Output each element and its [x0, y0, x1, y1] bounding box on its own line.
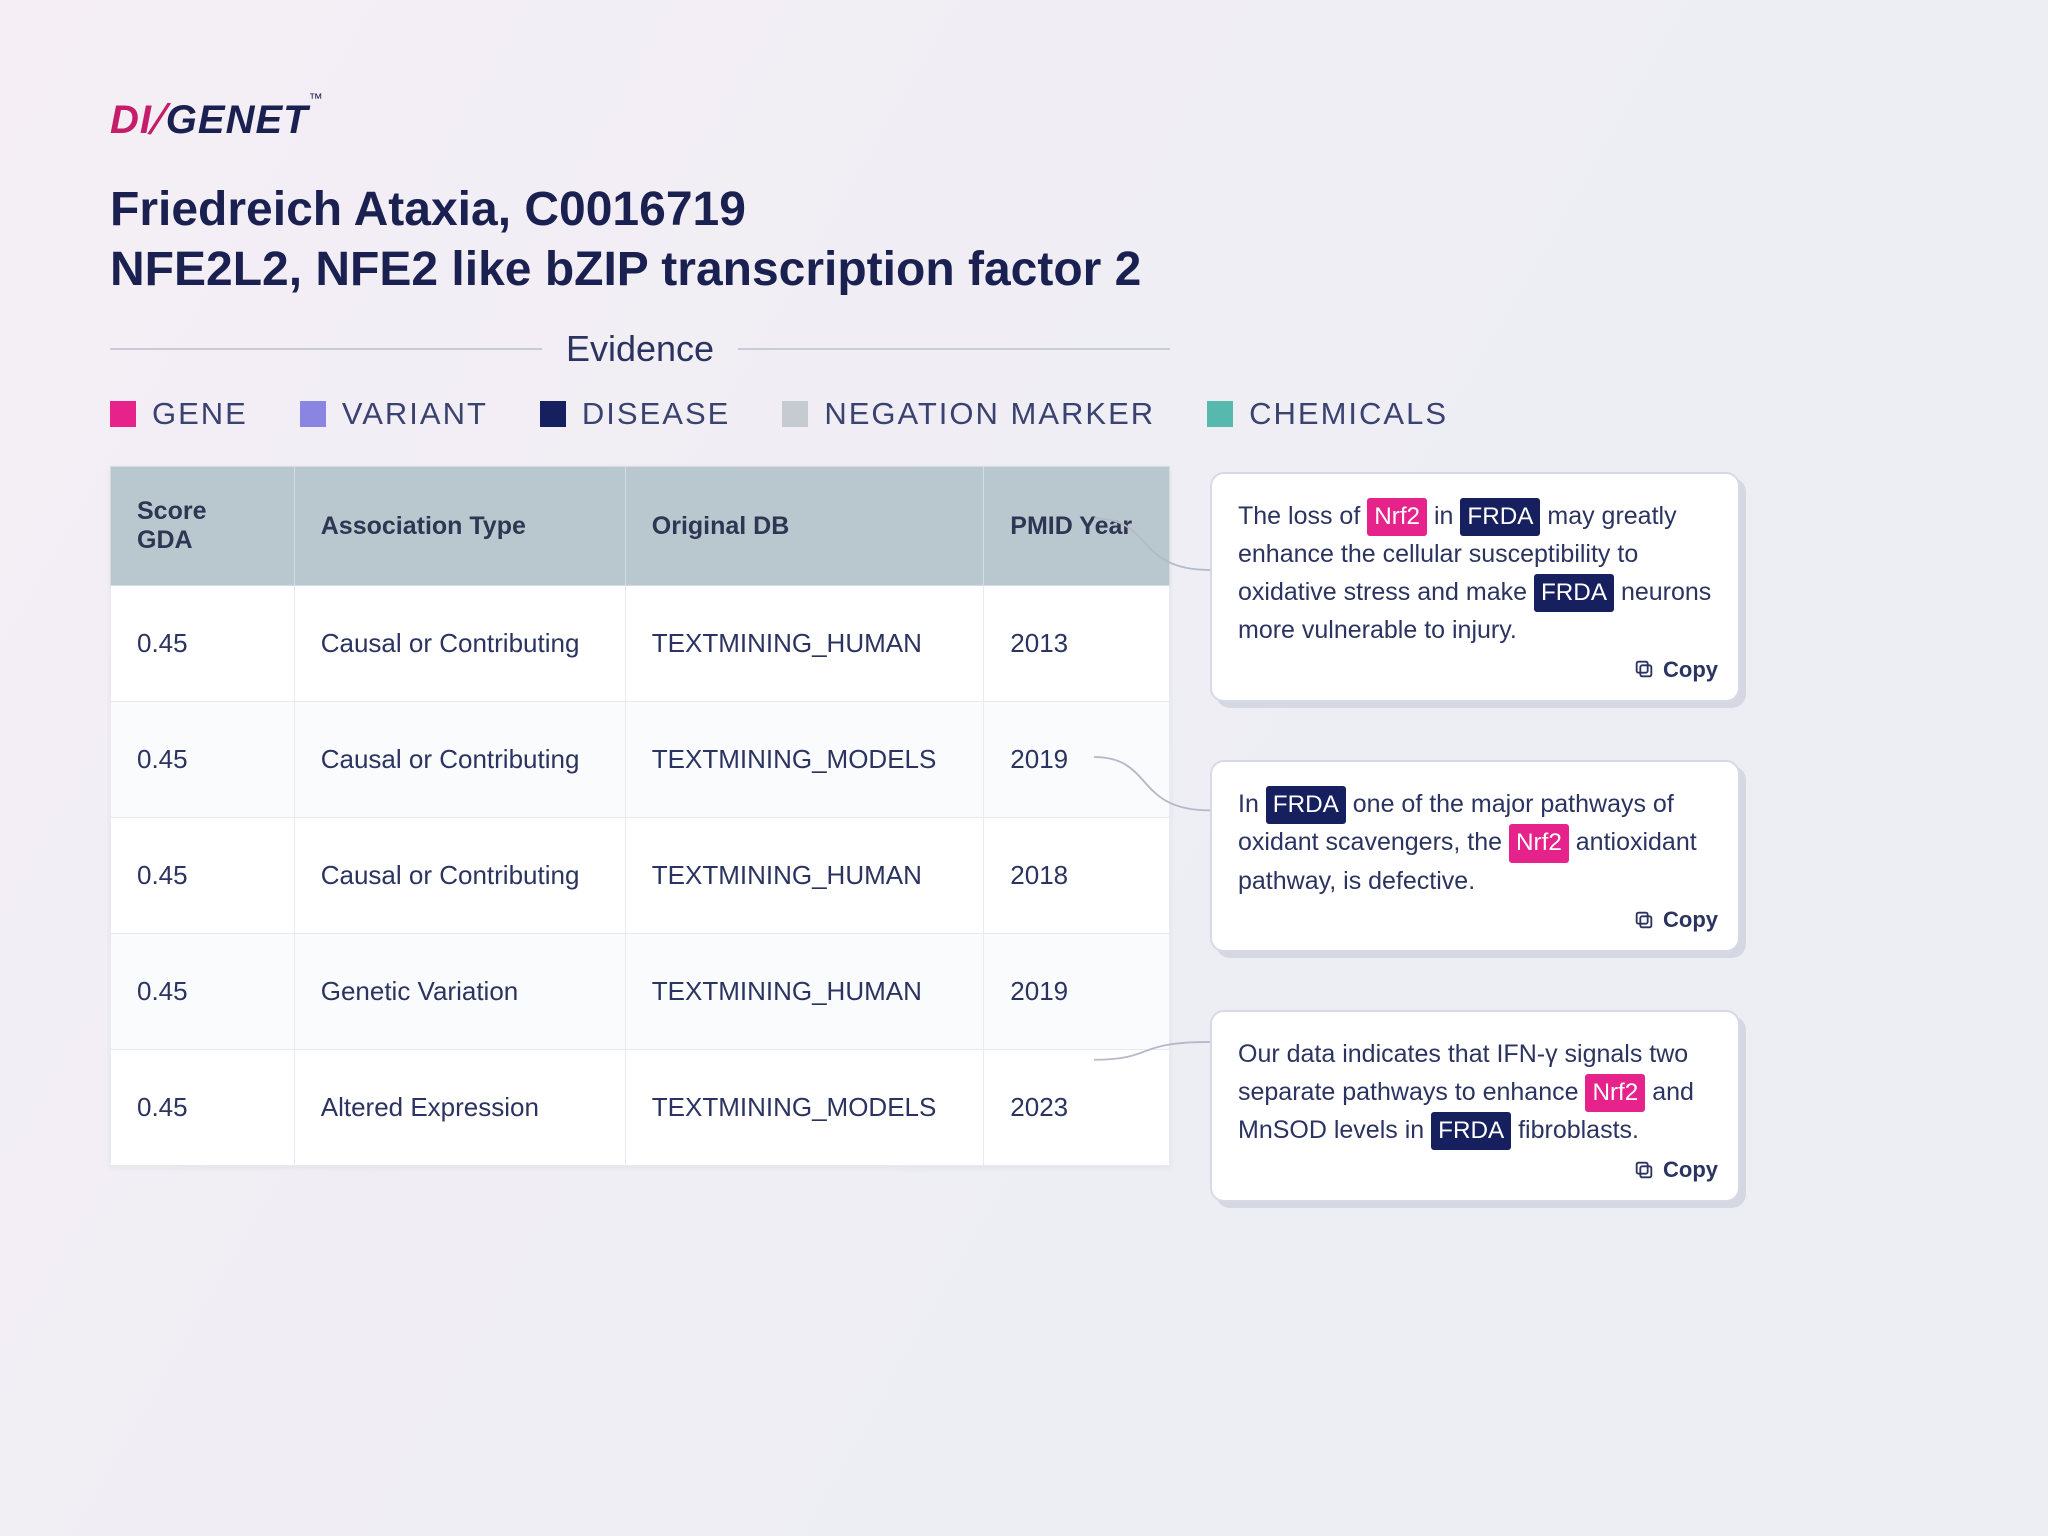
- divider-line: [110, 348, 542, 350]
- gene-tag: Nrf2: [1585, 1074, 1645, 1112]
- copy-icon: [1633, 1159, 1655, 1181]
- evidence-card: Our data indicates that IFN-γ signals tw…: [1210, 1010, 1740, 1202]
- evidence-card: The loss of Nrf2 in FRDA may greatly enh…: [1210, 472, 1740, 702]
- disease-tag: FRDA: [1534, 574, 1614, 612]
- evidence-card: In FRDA one of the major pathways of oxi…: [1210, 760, 1740, 952]
- cell-score: 0.45: [111, 1050, 295, 1166]
- legend-swatch-icon: [300, 401, 326, 427]
- cell-score: 0.45: [111, 818, 295, 934]
- table-row[interactable]: 0.45Altered ExpressionTEXTMINING_MODELS2…: [111, 1050, 1170, 1166]
- table-row[interactable]: 0.45Causal or ContributingTEXTMINING_HUM…: [111, 818, 1170, 934]
- cell-score: 0.45: [111, 702, 295, 818]
- copy-button[interactable]: Copy: [1633, 1153, 1718, 1186]
- card-text: The loss of Nrf2 in FRDA may greatly enh…: [1238, 498, 1712, 678]
- legend-label: DISEASE: [582, 396, 730, 432]
- divider-line: [738, 348, 1170, 350]
- cell-score: 0.45: [111, 934, 295, 1050]
- copy-label: Copy: [1663, 1153, 1718, 1186]
- col-assoc: Association Type: [294, 467, 625, 586]
- copy-button[interactable]: Copy: [1633, 653, 1718, 686]
- copy-label: Copy: [1663, 903, 1718, 936]
- legend-swatch-icon: [782, 401, 808, 427]
- cell-score: 0.45: [111, 586, 295, 702]
- logo-di: DI: [110, 98, 152, 142]
- col-db: Original DB: [625, 467, 984, 586]
- table-row[interactable]: 0.45Causal or ContributingTEXTMINING_HUM…: [111, 586, 1170, 702]
- title-line-2: NFE2L2, NFE2 like bZIP transcription fac…: [110, 243, 1141, 296]
- cell-assoc: Causal or Contributing: [294, 818, 625, 934]
- disease-tag: FRDA: [1431, 1112, 1511, 1150]
- disease-tag: FRDA: [1266, 786, 1346, 824]
- title-line-1: Friedreich Ataxia, C0016719: [110, 183, 746, 236]
- table-row[interactable]: 0.45Genetic VariationTEXTMINING_HUMAN201…: [111, 934, 1170, 1050]
- legend-label: VARIANT: [342, 396, 488, 432]
- legend-label: CHEMICALS: [1249, 396, 1448, 432]
- logo-genet: GENET: [166, 98, 309, 142]
- legend: GENE VARIANT DISEASE NEGATION MARKER CHEMICA…: [110, 396, 1938, 432]
- evidence-table: Score GDA Association Type Original DB P…: [110, 466, 1170, 1166]
- logo: DI/GENET™: [110, 90, 1938, 144]
- col-score: Score GDA: [111, 467, 295, 586]
- legend-label: NEGATION MARKER: [824, 396, 1155, 432]
- legend-item: VARIANT: [300, 396, 488, 432]
- cell-year: 2023: [984, 1050, 1170, 1166]
- gene-tag: Nrf2: [1509, 824, 1569, 862]
- cell-assoc: Genetic Variation: [294, 934, 625, 1050]
- cell-year: 2018: [984, 818, 1170, 934]
- legend-label: GENE: [152, 396, 248, 432]
- legend-item: NEGATION MARKER: [782, 396, 1155, 432]
- copy-icon: [1633, 658, 1655, 680]
- evidence-cards: The loss of Nrf2 in FRDA may greatly enh…: [1210, 472, 1740, 1202]
- table-row[interactable]: 0.45Causal or ContributingTEXTMINING_MOD…: [111, 702, 1170, 818]
- cell-db: TEXTMINING_HUMAN: [625, 818, 984, 934]
- cell-db: TEXTMINING_HUMAN: [625, 934, 984, 1050]
- legend-swatch-icon: [110, 401, 136, 427]
- cell-assoc: Causal or Contributing: [294, 702, 625, 818]
- legend-item: CHEMICALS: [1207, 396, 1448, 432]
- cell-year: 2013: [984, 586, 1170, 702]
- evidence-divider: Evidence: [110, 328, 1170, 370]
- cell-assoc: Causal or Contributing: [294, 586, 625, 702]
- page-title: Friedreich Ataxia, C0016719 NFE2L2, NFE2…: [110, 180, 1938, 300]
- col-year: PMID Year: [984, 467, 1170, 586]
- copy-button[interactable]: Copy: [1633, 903, 1718, 936]
- col-score-label: Score GDA: [137, 497, 257, 555]
- gene-tag: Nrf2: [1367, 498, 1427, 536]
- copy-icon: [1633, 909, 1655, 931]
- disease-tag: FRDA: [1460, 498, 1540, 536]
- legend-swatch-icon: [1207, 401, 1233, 427]
- logo-tm-icon: ™: [309, 90, 324, 106]
- legend-item: DISEASE: [540, 396, 730, 432]
- legend-item: GENE: [110, 396, 248, 432]
- cell-db: TEXTMINING_MODELS: [625, 1050, 984, 1166]
- cell-assoc: Altered Expression: [294, 1050, 625, 1166]
- cell-db: TEXTMINING_MODELS: [625, 702, 984, 818]
- cell-year: 2019: [984, 702, 1170, 818]
- cell-year: 2019: [984, 934, 1170, 1050]
- evidence-label: Evidence: [566, 328, 714, 370]
- copy-label: Copy: [1663, 653, 1718, 686]
- legend-swatch-icon: [540, 401, 566, 427]
- cell-db: TEXTMINING_HUMAN: [625, 586, 984, 702]
